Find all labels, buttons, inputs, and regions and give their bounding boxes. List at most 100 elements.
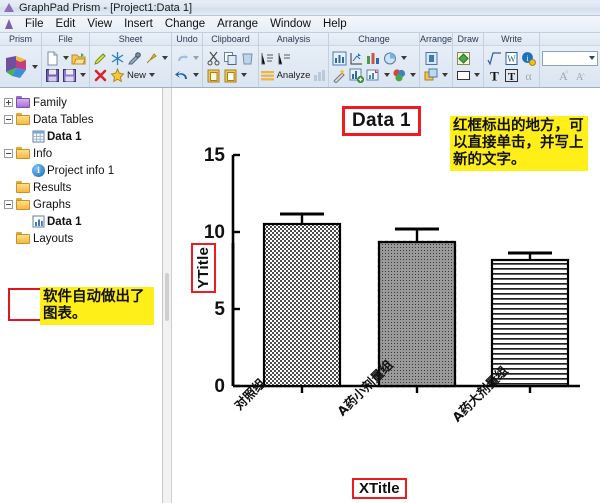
delete-sheet-icon[interactable] [93,68,108,83]
folder-icon [16,198,31,211]
chevron-down-icon[interactable] [241,73,247,77]
text-tool-icon[interactable]: T [487,68,502,83]
menu-edit[interactable]: Edit [50,17,82,31]
menu-insert[interactable]: Insert [118,17,159,31]
cut-icon[interactable] [206,51,221,66]
folder-icon [16,113,31,126]
chevron-down-icon[interactable] [474,73,481,77]
tree-item-label: Results [33,181,72,194]
open-folder-icon[interactable] [71,51,86,66]
tree-item-info[interactable]: Info [4,145,162,162]
tree-item-results[interactable]: Results [4,179,162,196]
color-scheme-icon[interactable] [392,68,407,83]
tree-item-label: Data Tables [33,113,94,126]
svg-text:W: W [507,54,516,64]
save-icon[interactable] [45,68,60,83]
menu-help[interactable]: Help [317,17,353,31]
ribbon-group-file-caption: File [42,33,89,46]
menu-arrange[interactable]: Arrange [211,17,264,31]
chevron-down-icon[interactable] [162,56,168,60]
ribbon-group-font-caption [540,33,600,46]
chevron-down-icon[interactable] [149,73,156,77]
shapes-icon[interactable] [456,51,471,66]
analyze-label[interactable]: Analyze [277,70,311,81]
chevron-down-icon[interactable] [193,56,199,60]
increase-font-size-icon[interactable]: A ^ [554,68,569,83]
eyedropper-icon[interactable] [127,51,142,66]
info-icon: i [32,164,45,177]
analyze-icon[interactable] [260,68,275,83]
panel-splitter[interactable] [163,88,172,503]
pencil-icon[interactable] [93,51,108,66]
pie-chart-icon[interactable] [383,51,398,66]
word-import-icon[interactable]: W [504,51,519,66]
chevron-down-icon[interactable] [442,73,449,77]
svg-text:T: T [508,71,516,83]
menu-window[interactable]: Window [264,17,317,31]
tree-item-family[interactable]: Family [4,94,162,111]
greek-symbol-icon[interactable]: α [521,68,536,83]
new-file-icon[interactable] [45,51,60,66]
tree-item-layouts[interactable]: Layouts [4,230,162,247]
chevron-down-icon[interactable] [32,64,38,69]
copy-icon[interactable] [223,51,238,66]
tree-item-graphs[interactable]: Graphs [4,196,162,213]
chevron-down-icon[interactable] [589,56,596,60]
bring-forward-icon[interactable] [424,68,439,83]
align-icon[interactable] [424,51,439,66]
new-sheet-icon[interactable] [110,67,125,83]
chevron-down-icon[interactable] [80,73,86,77]
y-axis-title[interactable]: YTitle [191,243,216,293]
paste-icon[interactable] [206,68,221,83]
change-graph-type-icon[interactable] [332,51,347,66]
collapse-toggle-icon[interactable] [4,200,13,209]
paste-special-icon[interactable] [223,68,238,83]
new-sheet-label[interactable]: New [127,70,146,81]
change-axis-icon[interactable] [349,51,364,66]
tree-item-data-table-data1[interactable]: Data 1 [4,128,162,145]
decrease-font-size-icon[interactable]: A ^ [571,68,586,83]
ribbon-group-sheet-caption: Sheet [90,33,171,46]
pin-icon[interactable] [144,51,159,66]
equation-icon[interactable] [487,51,502,66]
analysis-bracket-icon[interactable] [260,51,275,66]
ribbon-group-undo: Undo [172,33,203,87]
ribbon-group-sheet: Sheet New [90,33,172,87]
font-family-select[interactable] [542,50,599,66]
prism-button[interactable] [2,54,39,80]
format-graph-icon[interactable] [366,68,381,83]
analysis-bracket-alt-icon[interactable] [277,51,292,66]
collapse-toggle-icon[interactable] [4,149,13,158]
expand-toggle-icon[interactable] [4,98,13,107]
add-data-set-icon[interactable] [349,68,364,83]
svg-text:10: 10 [204,222,225,243]
tree-item-data-tables[interactable]: Data Tables [4,111,162,128]
chevron-down-icon[interactable] [63,56,69,60]
chevron-down-icon[interactable] [410,73,416,77]
chevron-down-icon[interactable] [384,73,390,77]
menu-view[interactable]: View [81,17,118,31]
splitter-grip[interactable] [165,273,169,321]
freeze-icon[interactable] [110,51,125,66]
text-box-icon[interactable]: T [504,68,519,83]
analysis-extra-icon[interactable] [312,68,327,83]
save-as-icon[interactable] [62,68,77,83]
graph-title[interactable]: Data 1 [342,106,421,136]
chevron-down-icon[interactable] [193,73,199,77]
redo-icon[interactable] [175,51,190,66]
tree-item-graph-data1[interactable]: Data 1 [4,213,162,230]
collapse-toggle-icon[interactable] [4,115,13,124]
info-balloon-icon[interactable]: i [521,51,537,66]
magic-wand-icon[interactable] [332,68,347,83]
menu-change[interactable]: Change [159,17,211,31]
y-axis-title-label: YTitle [195,247,212,289]
svg-text:^: ^ [582,73,585,79]
menu-file[interactable]: File [19,17,50,31]
undo-icon[interactable] [175,68,190,83]
tree-item-project-info-1[interactable]: i Project info 1 [4,162,162,179]
x-axis-title[interactable]: XTitle [352,478,407,499]
change-colors-icon[interactable] [366,51,381,66]
rectangle-icon[interactable] [456,68,471,83]
chevron-down-icon[interactable] [401,56,407,60]
clear-icon[interactable] [240,51,255,66]
